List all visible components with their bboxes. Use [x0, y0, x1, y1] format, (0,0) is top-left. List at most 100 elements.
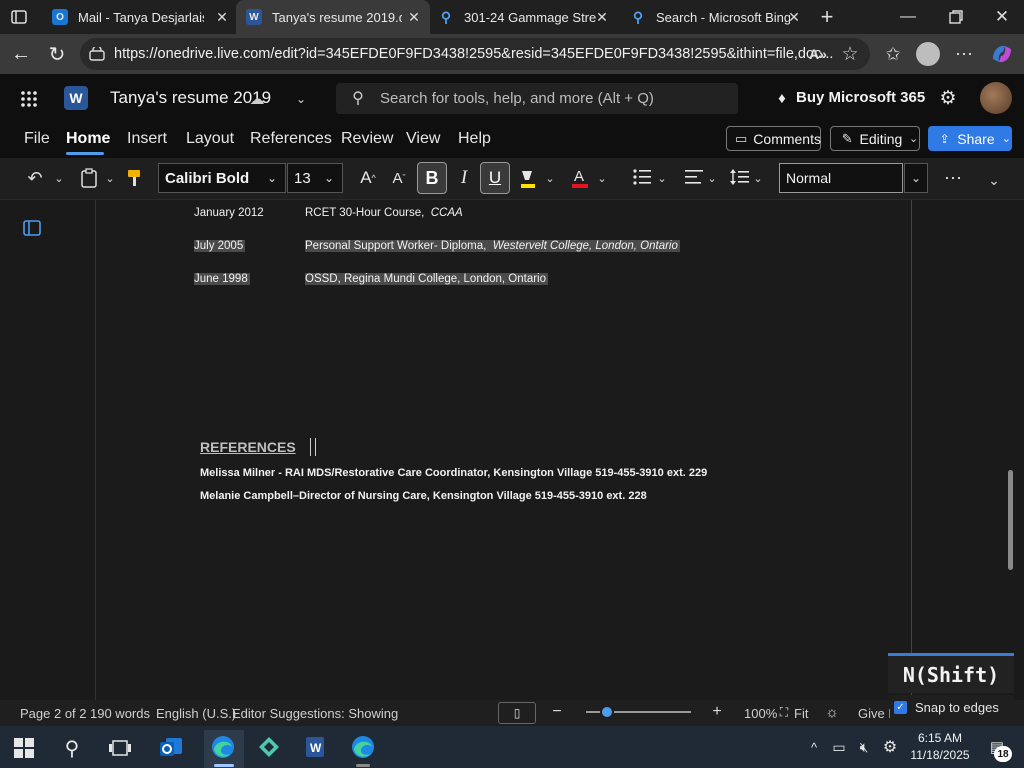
zoom-level[interactable]: 100% [744, 706, 777, 721]
edge-secondary-taskbar-icon[interactable] [350, 734, 376, 760]
minimize-icon[interactable]: — [896, 6, 920, 28]
editor-suggestions[interactable]: Editor Suggestions: Showing [232, 706, 398, 721]
close-window-icon[interactable]: ✕ [990, 6, 1014, 28]
restore-icon[interactable] [944, 6, 968, 28]
settings-gear-icon[interactable]: ⚙ [936, 86, 960, 110]
references-heading: REFERENCES [200, 439, 296, 455]
zoom-in-icon[interactable]: + [708, 703, 726, 721]
font-size-box[interactable]: 13 ⌄ [287, 163, 343, 193]
chevron-down-icon[interactable]: ⌄ [596, 170, 608, 186]
tab-insert[interactable]: Insert [127, 130, 167, 148]
tray-chevron-up-icon[interactable]: ^ [806, 739, 822, 755]
word-taskbar-icon[interactable]: W [302, 734, 328, 760]
education-date: July 2005 [194, 240, 246, 252]
windows-start-icon[interactable] [14, 738, 34, 758]
favorite-star-icon[interactable]: ☆ [838, 43, 862, 65]
shrink-font-icon[interactable]: Aˇ [387, 168, 411, 188]
close-tab-icon[interactable]: ✕ [214, 9, 230, 25]
tab-references[interactable]: References [250, 130, 332, 148]
tab-gammage[interactable]: ⚲ 301-24 Gammage Street ✕ [428, 0, 618, 34]
fit-icon[interactable]: ⛶ [776, 704, 792, 720]
more-menu-icon[interactable]: ⋯ [952, 44, 976, 64]
read-aloud-icon[interactable]: A» [806, 44, 830, 64]
chevron-down-icon[interactable]: ⌄ [752, 170, 764, 186]
favorites-icon[interactable]: ✩ [880, 43, 906, 65]
zoom-out-icon[interactable]: − [548, 703, 566, 721]
checkbox-checked-icon[interactable]: ✓ [894, 700, 907, 714]
format-painter-icon[interactable] [126, 168, 142, 188]
back-arrow-icon[interactable]: ← [8, 42, 34, 66]
chevron-down-icon[interactable]: ⌄ [52, 170, 66, 186]
vertical-scrollbar-thumb[interactable] [1008, 470, 1013, 570]
tab-bing[interactable]: ⚲ Search - Microsoft Bing ✕ [620, 0, 810, 34]
snap-to-edges-option[interactable]: ✓ Snap to edges [890, 695, 1014, 719]
zoom-slider-thumb[interactable] [600, 705, 614, 719]
chevron-down-icon[interactable]: ⌄ [544, 170, 556, 186]
tab-help[interactable]: Help [458, 130, 491, 148]
address-bar[interactable]: https://onedrive.live.com/edit?id=345EFD… [80, 38, 870, 70]
network-icon[interactable]: ▭ [828, 738, 850, 756]
buy-microsoft-365-link[interactable]: Buy Microsoft 365 [796, 89, 925, 106]
tab-resume[interactable]: W Tanya's resume 2019.docx ✕ [236, 0, 430, 34]
highlight-icon[interactable] [518, 168, 538, 190]
site-info-icon[interactable] [88, 45, 106, 63]
tab-actions-icon[interactable] [8, 6, 30, 28]
tab-home[interactable]: Home [66, 130, 110, 148]
chevron-down-icon[interactable]: ⌄ [706, 170, 718, 186]
tab-mail[interactable]: O Mail - Tanya Desjarlais - Ou ✕ [42, 0, 238, 34]
task-view-icon[interactable] [108, 738, 132, 758]
edge-taskbar-icon[interactable] [210, 734, 236, 760]
undo-icon[interactable]: ↶ [24, 168, 46, 188]
brightness-icon[interactable]: ☼ [822, 703, 842, 721]
search-box[interactable]: ⚲ Search for tools, help, and more (Alt … [336, 83, 738, 114]
align-icon[interactable] [684, 168, 704, 188]
tab-review[interactable]: Review [341, 130, 393, 148]
language[interactable]: English (U.S.) [156, 706, 236, 721]
chevron-down-icon[interactable]: ⌄ [656, 170, 668, 186]
clock-date[interactable]: 11/18/2025 [904, 748, 976, 762]
grow-font-icon[interactable]: A ^ [356, 168, 380, 188]
navigation-pane-icon[interactable] [22, 218, 44, 240]
close-tab-icon[interactable]: ✕ [786, 9, 802, 25]
account-avatar[interactable] [980, 82, 1012, 114]
more-options-icon[interactable]: ⋯ [940, 168, 966, 188]
refresh-icon[interactable]: ↻ [44, 42, 70, 66]
font-color-icon[interactable]: A [570, 166, 590, 190]
app-launcher-icon[interactable] [20, 90, 38, 108]
outlook-taskbar-icon[interactable] [158, 734, 184, 760]
comments-button[interactable]: ▭ Comments [726, 126, 821, 151]
taskbar-search-icon[interactable]: ⚲ [60, 736, 84, 760]
education-entry: RCET 30-Hour Course, CCAA [305, 207, 463, 219]
line-spacing-icon[interactable] [730, 168, 750, 188]
profile-avatar[interactable] [916, 42, 940, 66]
new-tab-icon[interactable]: + [814, 4, 840, 30]
settings-tray-icon[interactable]: ⚙ [880, 738, 900, 756]
collapse-ribbon-icon[interactable]: ⌄ [984, 170, 1004, 190]
volume-muted-icon[interactable]: 🔇︎ [854, 738, 874, 756]
tab-file[interactable]: File [24, 130, 50, 148]
app-taskbar-icon[interactable] [256, 734, 282, 760]
editing-mode-button[interactable]: ✎ Editing ⌄ [830, 126, 920, 151]
svg-text:W: W [310, 741, 322, 755]
fit-button[interactable]: Fit [794, 706, 808, 721]
close-tab-icon[interactable]: ✕ [406, 9, 422, 25]
styles-gallery-chevron-icon[interactable]: ⌄ [904, 163, 928, 193]
clipboard-icon[interactable] [80, 168, 100, 188]
italic-icon[interactable]: I [452, 166, 476, 190]
close-tab-icon[interactable]: ✕ [594, 9, 610, 25]
underline-icon[interactable]: U [480, 162, 510, 194]
clock-time[interactable]: 6:15 AM [910, 731, 970, 745]
word-count[interactable]: 190 words [90, 706, 150, 721]
bullets-icon[interactable] [632, 168, 652, 188]
share-button[interactable]: ⇪ Share ⌄ [928, 126, 1012, 151]
tab-layout[interactable]: Layout [186, 130, 234, 148]
chevron-down-icon[interactable]: ⌄ [292, 90, 310, 108]
chevron-down-icon[interactable]: ⌄ [104, 170, 116, 186]
font-name-box[interactable]: Calibri Bold ⌄ [158, 163, 286, 193]
page-view-icon[interactable]: ▯ [498, 702, 536, 724]
bold-icon[interactable]: B [417, 162, 447, 194]
tab-view[interactable]: View [406, 130, 440, 148]
copilot-icon[interactable] [988, 41, 1016, 67]
style-box[interactable]: Normal [779, 163, 903, 193]
education-entry: Personal Support Worker- Diploma, Wester… [305, 240, 680, 252]
